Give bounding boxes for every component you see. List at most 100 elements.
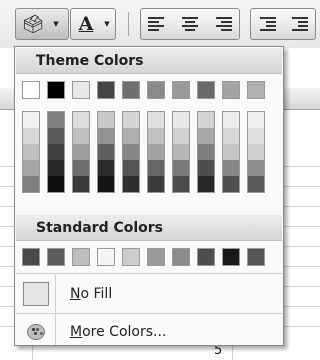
standard-color-swatch-8[interactable]	[197, 248, 215, 266]
theme-shade-swatch[interactable]	[248, 160, 264, 176]
theme-shade-swatch[interactable]	[223, 144, 239, 160]
theme-shade-swatch[interactable]	[248, 176, 264, 192]
theme-color-swatch-8[interactable]	[197, 81, 215, 99]
standard-color-swatch-2[interactable]	[47, 248, 65, 266]
theme-shade-swatch[interactable]	[48, 144, 64, 160]
standard-color-swatch-6[interactable]	[147, 248, 165, 266]
theme-shade-swatch[interactable]	[73, 144, 89, 160]
theme-shade-swatch[interactable]	[223, 112, 239, 128]
align-right-icon[interactable]	[212, 14, 234, 34]
theme-color-swatch-10[interactable]	[247, 81, 265, 99]
fill-color-dropdown-panel: Theme Colors Standard Colors No Fill Mor…	[14, 46, 284, 346]
standard-colors-row	[22, 248, 265, 266]
theme-shade-swatch[interactable]	[123, 128, 139, 144]
theme-shade-swatch[interactable]	[248, 144, 264, 160]
theme-shade-column-9	[222, 111, 240, 193]
theme-shade-swatch[interactable]	[198, 144, 214, 160]
theme-color-swatch-1[interactable]	[22, 81, 40, 99]
theme-color-swatch-6[interactable]	[147, 81, 165, 99]
theme-shade-swatch[interactable]	[148, 176, 164, 192]
standard-color-swatch-7[interactable]	[172, 248, 190, 266]
theme-shade-column-8	[197, 111, 215, 193]
theme-shade-swatch[interactable]	[48, 128, 64, 144]
theme-shade-swatch[interactable]	[148, 112, 164, 128]
theme-shade-column-2	[47, 111, 65, 193]
theme-shade-swatch[interactable]	[23, 176, 39, 192]
theme-color-swatch-4[interactable]	[97, 81, 115, 99]
theme-shade-swatch[interactable]	[148, 128, 164, 144]
theme-shade-swatch[interactable]	[98, 128, 114, 144]
theme-shade-swatch[interactable]	[23, 160, 39, 176]
theme-shade-swatch[interactable]	[48, 112, 64, 128]
theme-shade-swatch[interactable]	[123, 176, 139, 192]
theme-shade-swatch[interactable]	[23, 112, 39, 128]
theme-shade-swatch[interactable]	[23, 144, 39, 160]
increase-indent-icon[interactable]	[288, 14, 310, 34]
theme-shade-swatch[interactable]	[98, 160, 114, 176]
theme-shade-column-7	[172, 111, 190, 193]
fill-color-dropdown-arrow[interactable]: ▼	[50, 9, 62, 39]
fill-color-split-button[interactable]: 🗳︎ ▼	[15, 8, 69, 40]
theme-shade-column-10	[247, 111, 265, 193]
theme-shade-swatch[interactable]	[98, 112, 114, 128]
theme-shade-swatch[interactable]	[223, 176, 239, 192]
theme-shade-swatch[interactable]	[98, 144, 114, 160]
theme-shade-swatch[interactable]	[23, 128, 39, 144]
theme-shade-swatch[interactable]	[198, 160, 214, 176]
theme-shade-swatch[interactable]	[73, 160, 89, 176]
theme-shade-swatch[interactable]	[223, 160, 239, 176]
theme-shade-swatch[interactable]	[173, 176, 189, 192]
fill-color-button[interactable]: 🗳︎	[16, 9, 50, 39]
theme-shade-swatch[interactable]	[173, 112, 189, 128]
theme-shade-swatch[interactable]	[73, 176, 89, 192]
decrease-indent-icon[interactable]	[256, 14, 278, 34]
theme-shade-column-6	[147, 111, 165, 193]
theme-shade-swatch[interactable]	[248, 112, 264, 128]
no-fill-label: No Fill	[70, 286, 113, 302]
standard-color-swatch-3[interactable]	[72, 248, 90, 266]
no-fill-swatch-icon	[23, 282, 49, 306]
theme-shade-swatch[interactable]	[98, 176, 114, 192]
theme-color-swatch-7[interactable]	[172, 81, 190, 99]
theme-shade-swatch[interactable]	[173, 128, 189, 144]
theme-shade-swatch[interactable]	[48, 176, 64, 192]
ribbon-toolbar: 🗳︎ ▼ A ▼	[0, 0, 320, 48]
theme-shade-swatch[interactable]	[198, 112, 214, 128]
theme-shade-swatch[interactable]	[73, 128, 89, 144]
theme-color-swatch-3[interactable]	[72, 81, 90, 99]
menu-icon-column-divider	[55, 275, 56, 345]
menu-separator	[16, 273, 282, 274]
theme-shade-swatch[interactable]	[148, 144, 164, 160]
standard-color-swatch-4[interactable]	[97, 248, 115, 266]
theme-shade-swatch[interactable]	[173, 160, 189, 176]
standard-color-swatch-1[interactable]	[22, 248, 40, 266]
alignment-group	[140, 8, 240, 40]
theme-shade-swatch[interactable]	[73, 112, 89, 128]
indent-group	[250, 8, 316, 40]
theme-shade-column-1	[22, 111, 40, 193]
standard-color-swatch-10[interactable]	[247, 248, 265, 266]
theme-shade-swatch[interactable]	[123, 160, 139, 176]
theme-color-swatch-9[interactable]	[222, 81, 240, 99]
theme-shade-swatch[interactable]	[223, 128, 239, 144]
font-color-split-button[interactable]: A ▼	[70, 8, 116, 40]
theme-shade-swatch[interactable]	[123, 144, 139, 160]
align-center-icon[interactable]	[179, 14, 201, 34]
theme-color-swatch-2[interactable]	[47, 81, 65, 99]
font-color-button[interactable]: A	[71, 9, 101, 39]
standard-color-swatch-9[interactable]	[222, 248, 240, 266]
theme-colors-row	[22, 81, 265, 99]
theme-shade-swatch[interactable]	[198, 176, 214, 192]
standard-colors-header: Standard Colors	[16, 215, 282, 241]
theme-shade-swatch[interactable]	[248, 128, 264, 144]
theme-color-swatch-5[interactable]	[122, 81, 140, 99]
theme-shade-swatch[interactable]	[48, 160, 64, 176]
standard-color-swatch-5[interactable]	[122, 248, 140, 266]
theme-shade-column-3	[72, 111, 90, 193]
theme-shade-swatch[interactable]	[198, 128, 214, 144]
align-left-icon[interactable]	[146, 14, 168, 34]
theme-shade-swatch[interactable]	[123, 112, 139, 128]
theme-shade-swatch[interactable]	[148, 160, 164, 176]
theme-shade-swatch[interactable]	[173, 144, 189, 160]
font-color-dropdown-arrow[interactable]: ▼	[101, 9, 113, 39]
